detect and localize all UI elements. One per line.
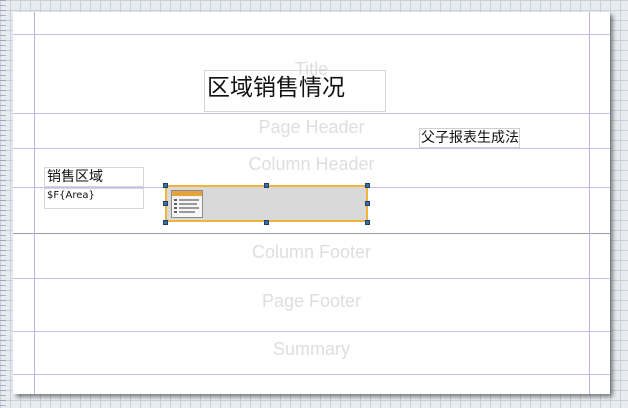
band-label-page-header: Page Header: [258, 117, 365, 137]
subreport-element[interactable]: [165, 185, 368, 222]
band-label-summary: Summary: [272, 339, 350, 359]
resize-handle-sw[interactable]: [163, 220, 168, 225]
summary-band-guide[interactable]: [13, 374, 610, 375]
resize-handle-n[interactable]: [264, 183, 269, 188]
right-margin-guide[interactable]: [589, 12, 590, 394]
page-footer-band-guide[interactable]: [13, 331, 610, 332]
report-page[interactable]: Title Page Header Column Header Detail C…: [13, 12, 610, 394]
area-label-field[interactable]: 销售区域: [44, 167, 144, 187]
canvas-ruler-strip: [0, 0, 6, 408]
resize-handle-w[interactable]: [163, 201, 168, 206]
title-band-top-guide[interactable]: [13, 34, 610, 35]
resize-handle-e[interactable]: [365, 201, 370, 206]
detail-band-end-guide[interactable]: [13, 233, 610, 234]
page-header-band-guide[interactable]: [13, 113, 610, 114]
report-title-field[interactable]: 区域销售情况: [204, 70, 386, 112]
resize-handle-se[interactable]: [365, 220, 370, 225]
column-header-band-guide[interactable]: [13, 148, 610, 149]
method-note-field[interactable]: 父子报表生成法: [419, 128, 520, 148]
column-footer-band-guide[interactable]: [13, 278, 610, 279]
band-label-page-footer: Page Footer: [261, 291, 362, 311]
subreport-icon: [171, 190, 203, 218]
left-margin-guide[interactable]: [34, 12, 35, 394]
area-expression-field[interactable]: $F{Area}: [44, 188, 144, 209]
resize-handle-s[interactable]: [264, 220, 269, 225]
resize-handle-nw[interactable]: [163, 183, 168, 188]
band-label-column-footer: Column Footer: [251, 242, 372, 262]
resize-handle-ne[interactable]: [365, 183, 370, 188]
